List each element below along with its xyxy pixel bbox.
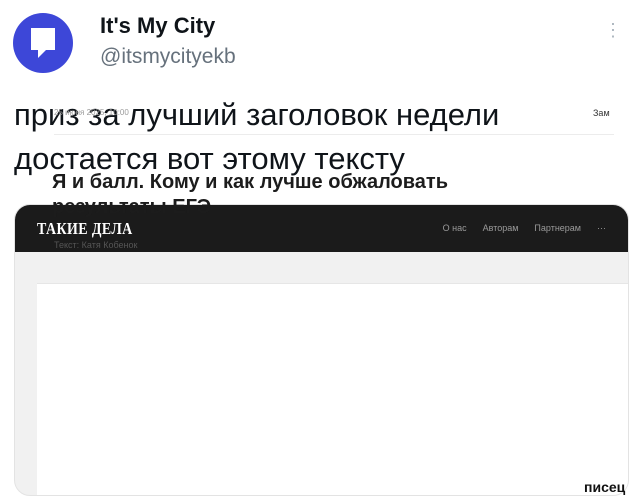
site-logo: ТАКИЕ ДЕЛА xyxy=(37,219,133,238)
article-author: Текст: Катя Кобенок xyxy=(54,240,138,250)
divider xyxy=(54,134,614,135)
nav-item-partners: Партнерам xyxy=(534,223,581,233)
article-date: 25 июня 2025, 10:00 xyxy=(54,108,129,117)
account-name[interactable]: It's My City xyxy=(100,13,215,39)
article-headline: Я и балл. Кому и как лучше обжаловать ре… xyxy=(52,171,448,218)
tweet-text: приз за лучший заголовок недели достаетс… xyxy=(14,97,500,176)
account-avatar[interactable] xyxy=(13,13,73,73)
account-handle[interactable]: @itsmycityekb xyxy=(100,45,236,69)
nav-item-more: ··· xyxy=(597,223,606,233)
watermark: писец xyxy=(584,479,626,495)
speech-bubble-logo-icon xyxy=(31,28,55,58)
article-more-label: Зам xyxy=(593,108,610,118)
nav-item-authors: Авторам xyxy=(482,223,519,233)
site-nav: О нас Авторам Партнерам ··· xyxy=(443,223,606,233)
nav-item-about: О нас xyxy=(442,223,467,233)
article-card xyxy=(37,283,628,495)
more-vertical-icon[interactable]: ⋮ xyxy=(604,21,622,39)
